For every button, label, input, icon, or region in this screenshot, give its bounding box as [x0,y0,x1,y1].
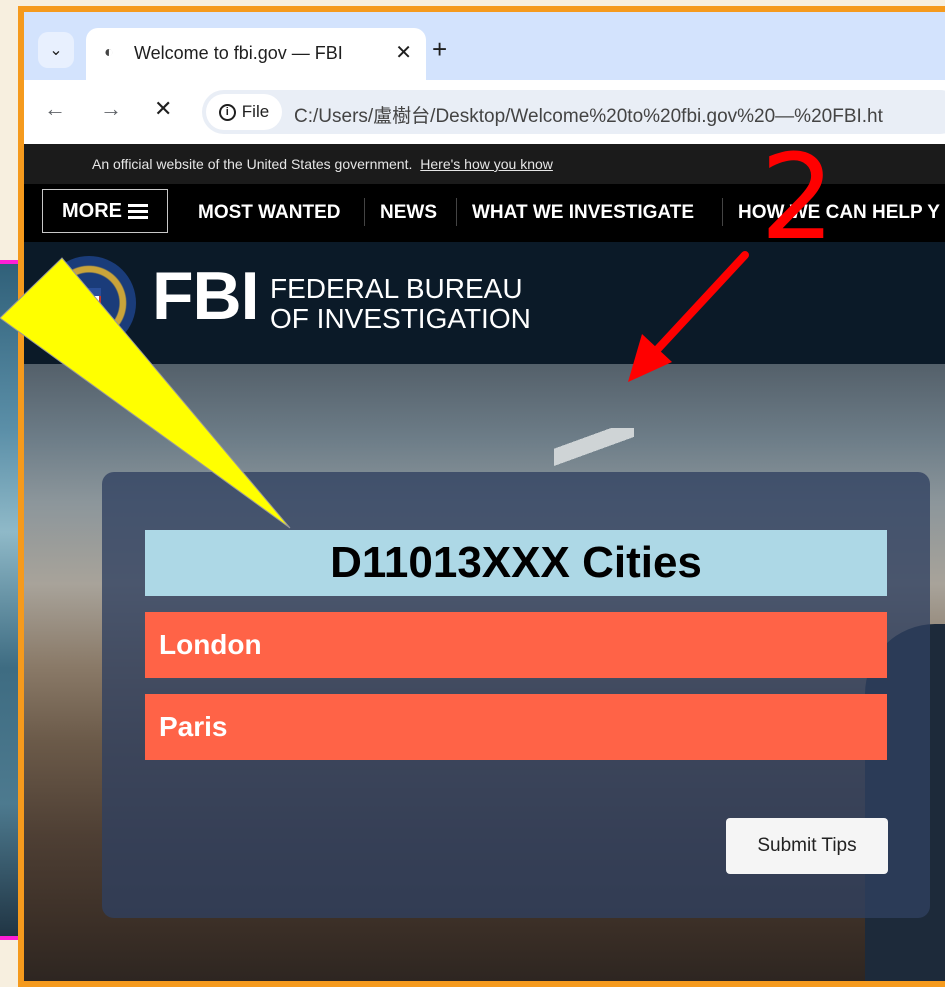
url-text: C:/Users/盧樹台/Desktop/Welcome%20to%20fbi.… [294,106,883,127]
nav-divider [722,198,723,226]
forward-arrow-icon[interactable]: → [100,96,122,122]
cities-panel: D11013XXX Cities London Paris Submit Tip… [102,472,930,918]
new-tab-button[interactable]: + [432,34,447,65]
chevron-down-icon: ⌄ [49,42,63,59]
panel-title: D11013XXX Cities [145,530,887,596]
globe-icon: ◐ [104,44,114,61]
subtitle-line-1: FEDERAL BUREAU [270,273,523,304]
fbi-logo[interactable]: FBI [152,262,260,330]
fbi-logo-subtitle: FEDERAL BUREAU OF INVESTIGATION [270,274,531,334]
tab-search-button[interactable]: ⌄ [38,32,74,68]
heres-how-you-know-link[interactable]: Here's how you know [420,156,553,172]
annotation-number: 2 [760,128,836,266]
tab-title: Welcome to fbi.gov — FBI [134,43,343,63]
close-tab-button[interactable]: ✕ [395,40,412,65]
gov-banner-text: An official website of the United States… [92,156,413,172]
city-item-paris[interactable]: Paris [145,694,887,760]
tab-strip: ⌄ ◐ Welcome to fbi.gov — FBI ✕ + [24,12,945,80]
more-label: MORE [62,199,122,222]
nav-divider [456,198,457,226]
fbi-seal-icon[interactable] [42,256,136,350]
hamburger-icon [128,201,148,222]
hero-image: D11013XXX Cities London Paris Submit Tip… [24,364,945,981]
nav-divider [364,198,365,226]
city-item-london[interactable]: London [145,612,887,678]
hero-ramp-shape [554,428,634,468]
more-menu-button[interactable]: MORE [42,189,168,233]
background-window-photo [0,260,18,940]
site-chip-label: File [241,102,270,121]
nav-news[interactable]: NEWS [380,202,437,224]
pink-border-bottom [0,936,18,940]
info-icon: i [218,103,236,121]
tab-fbi[interactable]: ◐ Welcome to fbi.gov — FBI ✕ [86,28,426,80]
stop-loading-icon[interactable]: ✕ [154,96,172,122]
submit-tips-button[interactable]: Submit Tips [726,818,888,874]
nav-most-wanted[interactable]: MOST WANTED [198,202,341,224]
site-info-button[interactable]: i File [206,94,282,130]
nav-what-we-investigate[interactable]: WHAT WE INVESTIGATE [472,202,694,224]
pink-border-top [0,260,18,264]
subtitle-line-2: OF INVESTIGATION [270,303,531,334]
back-arrow-icon[interactable]: ← [44,96,66,122]
